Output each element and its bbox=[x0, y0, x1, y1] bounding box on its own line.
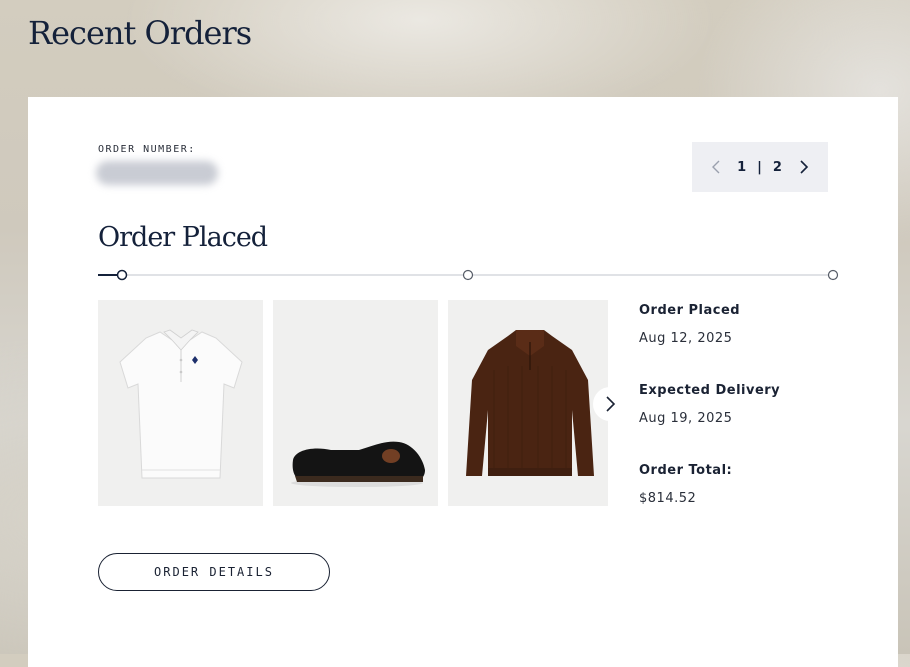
progress-step-2 bbox=[462, 269, 474, 281]
order-number-label: ORDER NUMBER: bbox=[98, 144, 196, 155]
pager-total-pages: 2 bbox=[772, 159, 783, 175]
pager-current-page: 1 bbox=[737, 159, 748, 175]
order-number-value-redacted bbox=[96, 161, 218, 185]
progress-step-3 bbox=[827, 269, 839, 281]
order-card: ORDER NUMBER: 1 | 2 Order Placed Order P… bbox=[28, 97, 898, 667]
sweater-icon bbox=[466, 330, 594, 476]
carousel-next-button[interactable] bbox=[593, 387, 627, 421]
order-progress-tracker bbox=[98, 269, 839, 281]
product-image-loafer[interactable] bbox=[273, 300, 438, 506]
progress-step-1 bbox=[116, 269, 128, 281]
chevron-left-icon bbox=[712, 160, 720, 174]
loafer-icon bbox=[291, 441, 425, 487]
chevron-right-icon bbox=[606, 396, 616, 412]
product-image-polo-shirt[interactable] bbox=[98, 300, 263, 506]
pager-prev-button[interactable] bbox=[707, 158, 725, 176]
expected-delivery-date: Aug 19, 2025 bbox=[639, 411, 733, 426]
order-placed-label: Order Placed bbox=[639, 303, 741, 318]
polo-shirt-icon bbox=[119, 329, 243, 479]
pager-next-button[interactable] bbox=[795, 158, 813, 176]
order-placed-date: Aug 12, 2025 bbox=[639, 331, 733, 346]
pager-separator: | bbox=[757, 159, 763, 175]
order-total-value: $814.52 bbox=[639, 491, 697, 506]
expected-delivery-label: Expected Delivery bbox=[639, 383, 781, 398]
order-status-title: Order Placed bbox=[98, 222, 268, 253]
product-image-sweater[interactable] bbox=[448, 300, 608, 506]
chevron-right-icon bbox=[800, 160, 809, 174]
order-pager: 1 | 2 bbox=[692, 142, 828, 192]
page-title: Recent Orders bbox=[28, 14, 252, 52]
order-total-label: Order Total: bbox=[639, 463, 733, 478]
pager-indicator: 1 | 2 bbox=[737, 160, 783, 175]
order-details-button[interactable]: ORDER DETAILS bbox=[98, 553, 330, 591]
